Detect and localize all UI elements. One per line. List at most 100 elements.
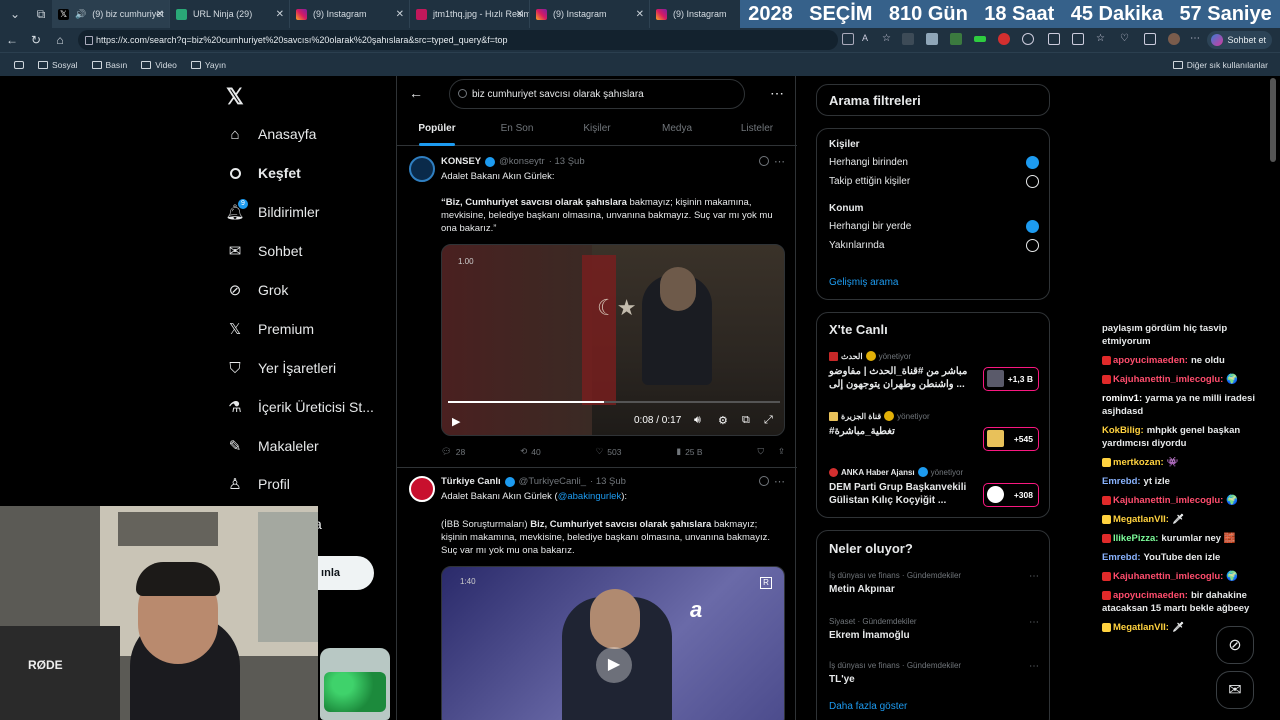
tweet-date[interactable]: · 13 Şub xyxy=(590,476,626,487)
tweet[interactable]: Türkiye Canlı @TurkiyeCanli_ · 13 Şub ⋯ … xyxy=(397,468,797,720)
tab-image[interactable]: jtm1thq.jpg - Hızlı Resim ✕ xyxy=(410,0,530,28)
author-handle[interactable]: @TurkiyeCanli_ xyxy=(519,476,586,487)
split-screen-icon[interactable] xyxy=(1048,33,1060,45)
tweet-video[interactable]: a R 1:40 ▶ xyxy=(441,566,785,720)
author-handle[interactable]: @konseytr xyxy=(499,156,545,167)
tab-latest[interactable]: En Son xyxy=(477,114,557,145)
bookmark-button[interactable]: ⛉ ⇪ xyxy=(757,446,785,457)
extension-icon[interactable] xyxy=(974,36,986,42)
tab-x-search[interactable]: 𝕏 🔊 (9) biz cumhuriyet ✕ xyxy=(52,0,170,28)
more-icon[interactable]: ⋯ xyxy=(1029,661,1039,672)
radio-icon[interactable] xyxy=(1026,175,1039,188)
tab-top[interactable]: Popüler xyxy=(397,114,477,146)
close-tab-icon[interactable]: ✕ xyxy=(396,9,404,20)
tab-instagram-1[interactable]: (9) Instagram ✕ xyxy=(290,0,410,28)
scrollbar-thumb[interactable] xyxy=(1270,78,1276,162)
more-icon[interactable]: ⋯ xyxy=(1029,571,1039,582)
page-scrollbar[interactable] xyxy=(1268,76,1278,720)
more-icon[interactable]: ⋯ xyxy=(774,155,785,168)
downloads-icon[interactable] xyxy=(1144,33,1156,45)
bookmark-folder-sosyal[interactable]: Sosyal xyxy=(38,60,78,70)
nav-home[interactable]: ⌂ Anasayfa xyxy=(226,125,316,143)
extension-icon[interactable] xyxy=(998,33,1010,45)
filter-option-near[interactable]: Yakınlarında xyxy=(829,239,1039,252)
url-field[interactable]: https://x.com/search?q=biz%20cumhuriyet%… xyxy=(78,30,838,50)
filter-option-anyone[interactable]: Herhangi birinden xyxy=(829,156,1039,169)
collections-icon[interactable] xyxy=(1072,33,1084,45)
mention-link[interactable]: @abakingurlek xyxy=(558,491,622,502)
like-button[interactable]: ♡ 503 xyxy=(596,446,622,457)
repost-button[interactable]: ⟲ 40 xyxy=(520,446,541,457)
trend-item[interactable]: İş dünyası ve finans · Gündemdekiler Meti… xyxy=(829,571,1039,595)
tab-people[interactable]: Kişiler xyxy=(557,114,637,145)
other-bookmarks[interactable]: Diğer sık kullanılanlar xyxy=(1172,60,1268,70)
views-button[interactable]: ▮ 25 B xyxy=(676,446,702,457)
nav-premium[interactable]: 𝕏 Premium xyxy=(226,320,314,338)
playback-speed[interactable]: 1.00 xyxy=(458,257,474,266)
nav-bookmarks[interactable]: ⛉ Yer İşaretleri xyxy=(226,359,336,377)
radio-selected-icon[interactable] xyxy=(1026,156,1039,169)
nav-notifications[interactable]: 🔔︎ 9 Bildirimler xyxy=(225,199,319,221)
close-tab-icon[interactable]: ✕ xyxy=(156,9,164,20)
bookmarks-menu-icon[interactable] xyxy=(14,60,24,69)
nav-explore[interactable]: Keşfet xyxy=(226,164,301,182)
close-tab-icon[interactable]: ✕ xyxy=(516,9,524,20)
live-item[interactable]: ANKA Haber Ajansı yönetiyor DEM Parti Gru… xyxy=(829,467,1039,507)
refresh-icon[interactable]: ↻ xyxy=(24,33,48,47)
author-name[interactable]: KONSEY xyxy=(441,156,481,167)
tweet[interactable]: KONSEY @konseytr · 13 Şub ⋯ Adalet Bakan… xyxy=(397,148,797,468)
trend-item[interactable]: Siyaset · Gündemdekiler Ekrem İmamoğlu ⋯ xyxy=(829,617,1039,641)
back-icon[interactable]: ← xyxy=(0,33,24,47)
tab-urlninja[interactable]: URL Ninja (29) ✕ xyxy=(170,0,290,28)
play-icon[interactable]: ▶ xyxy=(596,647,632,683)
live-listener-count[interactable]: +545 xyxy=(983,427,1039,451)
tab-lists[interactable]: Listeler xyxy=(717,114,797,145)
messages-fab-icon[interactable]: ✉ xyxy=(1216,671,1254,709)
play-icon[interactable]: ▶ xyxy=(452,415,460,428)
tab-media[interactable]: Medya xyxy=(637,114,717,145)
live-item[interactable]: الحدث yönetiyor مباشر من #قناة_الحدث | مف… xyxy=(829,351,1039,391)
more-icon[interactable]: ⋯ xyxy=(774,475,785,488)
fullscreen-icon[interactable]: ⤢ xyxy=(764,414,773,427)
tab-instagram-2[interactable]: (9) Instagram ✕ xyxy=(530,0,650,28)
advanced-search-link[interactable]: Gelişmiş arama xyxy=(829,277,898,288)
reader-icon[interactable] xyxy=(842,33,854,45)
profile-avatar-icon[interactable] xyxy=(1168,33,1180,45)
read-aloud-icon[interactable]: A xyxy=(862,33,874,45)
more-options-icon[interactable]: ⋯ xyxy=(770,85,785,102)
nav-grok[interactable]: ⊘ Grok xyxy=(226,281,289,299)
x-logo-icon[interactable]: 𝕏 xyxy=(226,84,244,110)
filter-option-following[interactable]: Takip ettiğin kişiler xyxy=(829,175,1039,188)
grok-icon[interactable] xyxy=(759,156,769,166)
extension-icon[interactable] xyxy=(926,33,938,45)
workspaces-icon[interactable]: ⧉ xyxy=(30,3,52,25)
settings-gear-icon[interactable]: ⚙ xyxy=(718,414,728,427)
heart-icon[interactable]: ♡ xyxy=(1120,33,1132,45)
radio-icon[interactable] xyxy=(1026,239,1039,252)
extension-icon[interactable] xyxy=(950,33,962,45)
more-icon[interactable]: ⋯ xyxy=(1029,617,1039,628)
nav-creator-studio[interactable]: ⚗ İçerik Üreticisi St... xyxy=(226,398,374,416)
live-listener-count[interactable]: +1,3 B xyxy=(983,367,1039,391)
grok-fab-icon[interactable]: ⊘ xyxy=(1216,626,1254,664)
nav-messages[interactable]: ✉ Sohbet xyxy=(226,242,303,260)
close-tab-icon[interactable]: ✕ xyxy=(276,9,284,20)
avatar[interactable] xyxy=(409,156,435,182)
live-listener-count[interactable]: +308 xyxy=(983,483,1039,507)
filter-option-anywhere[interactable]: Herhangi bir yerde xyxy=(829,220,1039,233)
radio-selected-icon[interactable] xyxy=(1026,220,1039,233)
pip-icon[interactable]: ⧉ xyxy=(742,414,750,427)
bookmark-folder-yayin[interactable]: Yayın xyxy=(190,60,226,70)
tweet-date[interactable]: · 13 Şub xyxy=(549,156,585,167)
favorites-icon[interactable]: ☆ xyxy=(1096,33,1108,45)
tweet-video[interactable]: ☾★ 1.00 ▶ 0:08 / 0:17 🔊︎ ⚙ ⧉ ⤢ xyxy=(441,244,785,436)
close-tab-icon[interactable]: ✕ xyxy=(636,9,644,20)
copilot-chat-button[interactable]: Sohbet et xyxy=(1207,31,1272,49)
nav-profile[interactable]: ♙ Profil xyxy=(226,475,290,493)
tab-actions-icon[interactable]: ⌄ xyxy=(4,3,26,25)
bookmark-folder-video[interactable]: Video xyxy=(141,60,177,70)
favorite-star-icon[interactable]: ☆ xyxy=(882,33,894,45)
bookmark-folder-basin[interactable]: Basın xyxy=(91,60,127,70)
reply-button[interactable]: 💬︎ 28 xyxy=(441,446,465,457)
grok-icon[interactable] xyxy=(759,476,769,486)
